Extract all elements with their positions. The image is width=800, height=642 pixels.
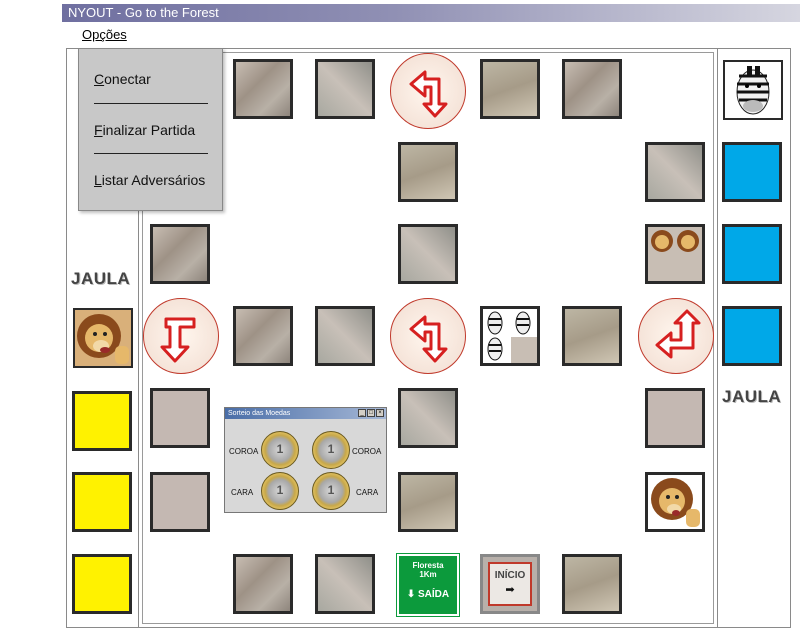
menu-item-list-opponents[interactable]: Listar Adversários: [94, 172, 205, 188]
exit-sign-distance: 1Km: [419, 570, 437, 579]
left-jaula-label: JAULA: [71, 269, 131, 288]
coin-icon: 1: [261, 431, 299, 469]
board-tile[interactable]: [315, 554, 375, 614]
board-tile[interactable]: [398, 224, 458, 284]
exit-sign-tile[interactable]: Floresta 1Km ⬇ SAÍDA: [396, 553, 460, 617]
coin-window-title: Sorteio das Moedas: [228, 410, 291, 417]
board-tile[interactable]: [315, 306, 375, 366]
minimize-icon[interactable]: _: [358, 409, 366, 417]
coin-icon: 1: [312, 472, 350, 510]
direction-arrow-tile[interactable]: [143, 298, 219, 374]
start-sign-tile[interactable]: INÍCIO ➡: [480, 554, 540, 614]
board-tile[interactable]: [233, 59, 293, 119]
menu-separator: [94, 103, 208, 104]
board-tile[interactable]: [233, 554, 293, 614]
marty-zebra-token-right[interactable]: [723, 60, 783, 120]
board-tile[interactable]: [562, 59, 622, 119]
alex-lion-token-left[interactable]: [73, 308, 133, 368]
board-tile[interactable]: [480, 59, 540, 119]
options-dropdown-menu: Conectar Finalizar Partida Listar Advers…: [78, 48, 223, 211]
coin-toss-window: Sorteio das Moedas _ □ × COROA 1 1 COROA…: [224, 407, 387, 513]
right-arrow-icon: ➡: [505, 584, 515, 596]
board-tile[interactable]: [645, 142, 705, 202]
coin-icon: 1: [261, 472, 299, 510]
direction-arrow-tile[interactable]: [390, 53, 466, 129]
board-tile[interactable]: [398, 388, 458, 448]
blue-player-home-3[interactable]: [722, 306, 782, 366]
exit-sign-destination: Floresta: [412, 561, 444, 570]
direction-arrow-tile[interactable]: [390, 298, 466, 374]
down-arrow-icon: ⬇: [406, 589, 416, 600]
coin-result-label: COROA: [229, 447, 259, 456]
board-tile[interactable]: [150, 472, 210, 532]
board-tile-lion-pieces[interactable]: [645, 224, 705, 284]
board-tile[interactable]: [562, 306, 622, 366]
board-tile[interactable]: [150, 388, 210, 448]
coin-result-label: CARA: [231, 488, 254, 497]
yellow-player-home-3[interactable]: [72, 554, 132, 614]
options-menu[interactable]: Opções: [82, 27, 127, 42]
menu-separator: [94, 153, 208, 154]
maximize-icon[interactable]: □: [367, 409, 375, 417]
coin-icon: 1: [312, 431, 350, 469]
right-jaula-label: JAULA: [722, 387, 782, 406]
yellow-player-home-1[interactable]: [72, 391, 132, 451]
board-tile[interactable]: [233, 306, 293, 366]
menu-bar: Opções: [62, 24, 800, 46]
coin-result-label: CARA: [356, 488, 379, 497]
board-tile[interactable]: [645, 388, 705, 448]
close-icon[interactable]: ×: [376, 409, 384, 417]
blue-player-home-2[interactable]: [722, 224, 782, 284]
board-tile[interactable]: [315, 59, 375, 119]
window-title-bar: NYOUT - Go to the Forest: [62, 4, 800, 22]
blue-player-home-1[interactable]: [722, 142, 782, 202]
menu-item-end-match[interactable]: Finalizar Partida: [94, 122, 195, 138]
board-tile[interactable]: [562, 554, 622, 614]
start-sign-label: INÍCIO: [494, 570, 526, 581]
alex-lion-piece-on-board[interactable]: [645, 472, 705, 532]
coin-result-label: COROA: [352, 447, 382, 456]
yellow-player-home-2[interactable]: [72, 472, 132, 532]
board-tile-zebra-pieces[interactable]: [480, 306, 540, 366]
menu-item-connect[interactable]: Conectar: [94, 71, 151, 87]
board-tile[interactable]: [150, 224, 210, 284]
direction-arrow-tile[interactable]: [638, 298, 714, 374]
board-tile[interactable]: [398, 142, 458, 202]
board-tile[interactable]: [398, 472, 458, 532]
exit-sign-label: SAÍDA: [418, 589, 450, 600]
window-title: NYOUT - Go to the Forest: [68, 5, 219, 20]
